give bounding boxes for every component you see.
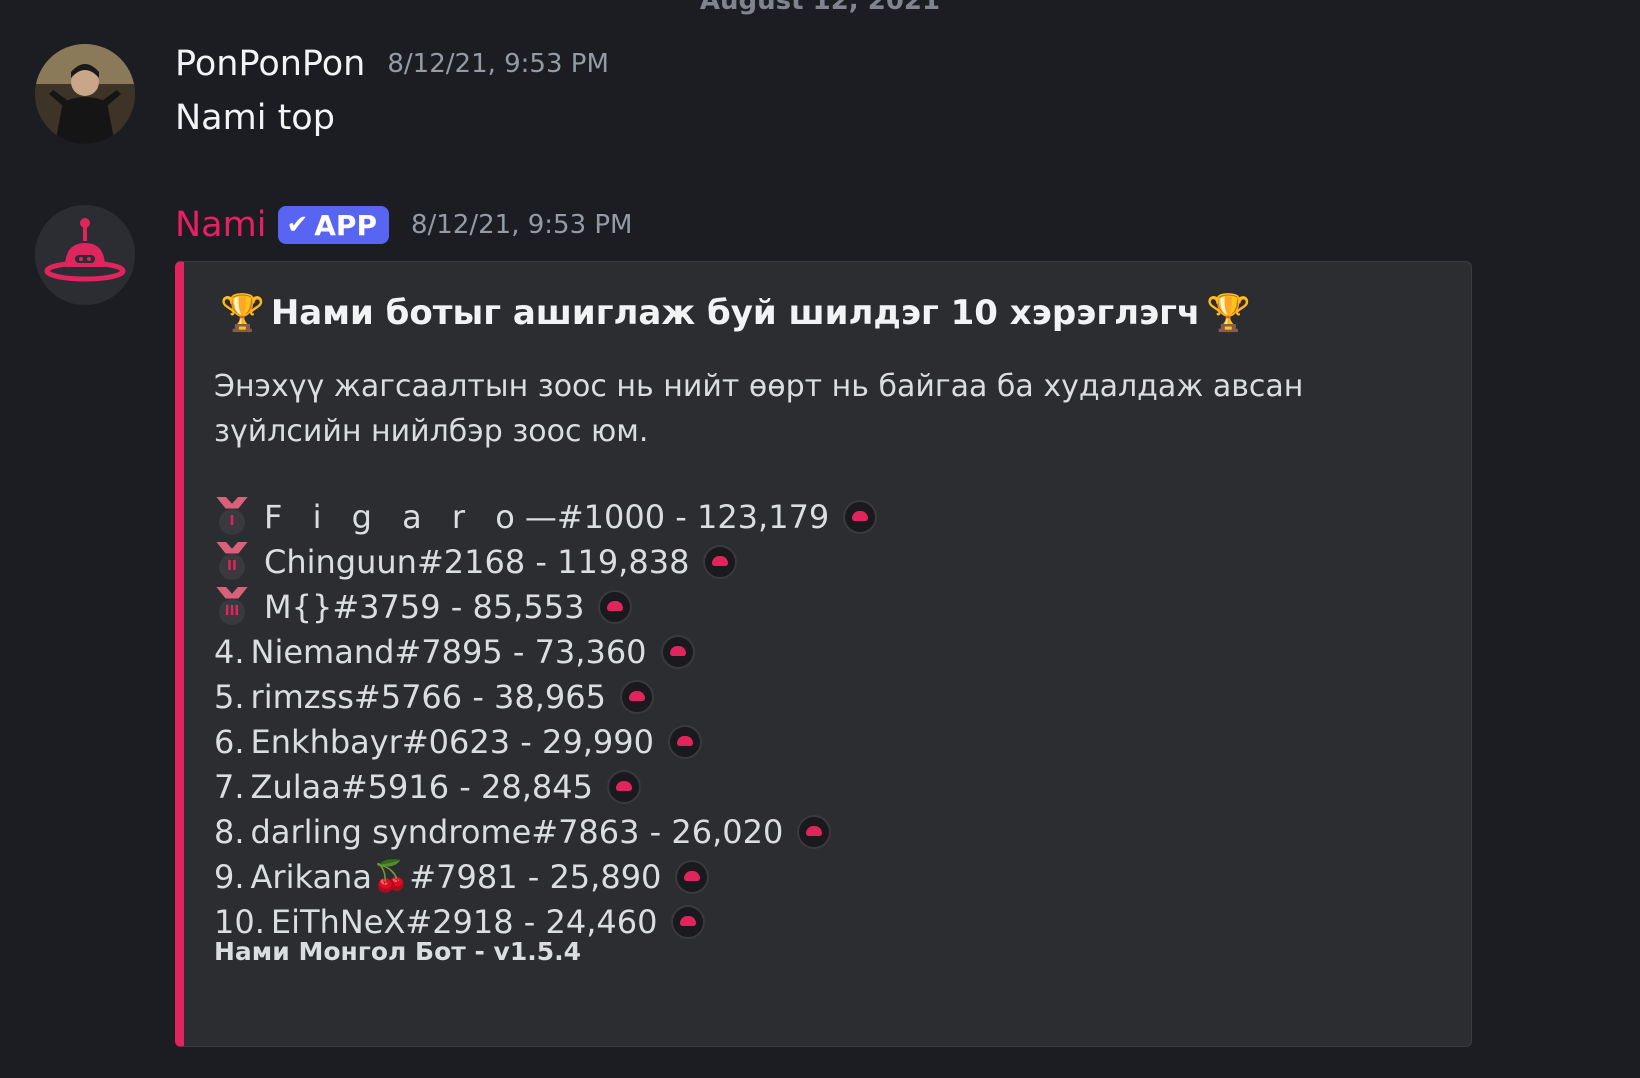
rank-number: 9. (214, 857, 245, 896)
user-name: Chinguun (264, 542, 417, 581)
rank-number: 4. (214, 632, 245, 671)
coin-amount: 25,890 (549, 857, 662, 896)
user-tag: #5766 (353, 677, 463, 716)
embed-footer: Нами Монгол Бот - v1.5.4 (214, 937, 582, 966)
coin-icon (797, 814, 832, 849)
coin-icon (620, 679, 654, 714)
coin-amount: 119,838 (557, 542, 690, 581)
user-name: darling syndrome (250, 812, 532, 851)
separator: - (440, 587, 473, 626)
rank-number: 6. (214, 722, 245, 761)
embed-title: 🏆 Нами ботыг ашиглаж буй шилдэг 10 хэрэг… (214, 292, 1257, 334)
embed-title-text: Нами ботыг ашиглаж буй шилдэг 10 хэрэглэ… (270, 293, 1201, 333)
user-tag: #3759 (332, 587, 441, 626)
leaderboard-row: I F i g a r o —#1000 - 123,179 (214, 494, 878, 539)
leaderboard-row: III M{} #3759 - 85,553 (214, 584, 877, 629)
embed-card: 🏆 Нами ботыг ашиглаж буй шилдэг 10 хэрэг… (175, 261, 1472, 1047)
medal-icon: III (214, 586, 250, 627)
leaderboard-row: 4. Niemand #7895 - 73,360 (214, 629, 877, 674)
cherry-icon: 🍒 (371, 859, 410, 894)
coin-icon (660, 634, 695, 669)
user-name: Niemand (250, 632, 395, 671)
bot-avatar[interactable] (35, 205, 135, 305)
user-name: EiThNeX (270, 902, 406, 941)
user-name: rimzss (250, 677, 354, 716)
coin-icon (675, 859, 710, 894)
user-name: F i g a r o (264, 497, 525, 536)
coin-amount: 24,460 (545, 902, 658, 941)
bot-icon (35, 205, 135, 305)
coin-icon (606, 769, 641, 804)
separator: - (665, 497, 697, 536)
separator: - (449, 767, 481, 806)
leaderboard-row: II Chinguun #2168 - 119,838 (214, 539, 877, 584)
coin-amount: 123,179 (696, 497, 830, 536)
rank-number: 8. (214, 812, 245, 851)
user-tag: #2168 (416, 542, 526, 581)
coin-amount: 29,990 (542, 722, 654, 761)
coin-icon (667, 724, 702, 759)
medal-icon: I (214, 496, 250, 537)
coin-icon (843, 499, 878, 534)
separator: - (513, 902, 546, 941)
leaderboard-row: 7. Zulaa #5916 - 28,845 (214, 764, 877, 809)
user-name: Enkhbayr (250, 722, 402, 761)
coin-icon (671, 904, 706, 939)
avatar-image (35, 44, 135, 144)
leaderboard-row: 9. Arikana 🍒 #7981 - 25,890 (214, 854, 877, 899)
coin-amount: 28,845 (480, 767, 593, 806)
message-header: PonPonPon 8/12/21, 9:53 PM (175, 44, 609, 84)
message-timestamp[interactable]: 8/12/21, 9:53 PM (411, 210, 633, 240)
coin-icon (703, 544, 738, 579)
author-name[interactable]: Nami (175, 205, 266, 245)
user-tag: #7981 (409, 857, 518, 896)
leaderboard-row: 6. Enkhbayr #0623 - 29,990 (214, 719, 877, 764)
rank-number: 5. (214, 677, 245, 716)
message-text: Nami top (175, 98, 335, 138)
leaderboard-row: 5. rimzss #5766 - 38,965 (214, 674, 877, 719)
app-badge-label: APP (314, 208, 377, 242)
user-tag: —#1000 (524, 497, 666, 536)
user-tag: #5916 (340, 767, 450, 806)
coin-amount: 38,965 (494, 677, 606, 716)
message-timestamp[interactable]: 8/12/21, 9:53 PM (387, 49, 609, 79)
separator: - (517, 857, 550, 896)
user-tag: #7863 (531, 812, 640, 851)
separator: - (525, 542, 558, 581)
user-name: M{} (264, 587, 333, 626)
leaderboard-list: I F i g a r o —#1000 - 123,179 II Chingu… (214, 494, 878, 944)
user-tag: #7895 (394, 632, 503, 671)
coin-icon (598, 589, 633, 624)
coin-amount: 85,553 (472, 587, 585, 626)
user-name: Zulaa (250, 767, 341, 806)
verified-check-icon: ✔ (286, 210, 309, 240)
separator: - (502, 632, 535, 671)
user-avatar[interactable] (35, 44, 135, 144)
user-name: Arikana (250, 857, 372, 896)
user-tag: #2918 (405, 902, 514, 941)
app-badge: ✔ APP (278, 206, 389, 244)
coin-amount: 26,020 (671, 812, 784, 851)
medal-icon: II (214, 541, 250, 582)
trophy-icon: 🏆 (220, 293, 265, 334)
rank-number: 7. (214, 767, 245, 806)
trophy-icon: 🏆 (1206, 293, 1252, 334)
embed-description: Энэхүү жагсаалтын зоос нь нийт өөрт нь б… (214, 369, 1304, 449)
user-tag: #0623 (401, 722, 511, 761)
coin-amount: 73,360 (534, 632, 647, 671)
rank-number: 10. (214, 902, 265, 941)
separator: - (510, 722, 542, 761)
separator: - (462, 677, 495, 716)
message-header: Nami ✔ APP 8/12/21, 9:53 PM (175, 205, 633, 245)
leaderboard-row: 8. darling syndrome #7863 - 26,020 (214, 809, 877, 854)
author-name[interactable]: PonPonPon (175, 44, 365, 84)
date-divider: August 12, 2021 (699, 0, 941, 16)
separator: - (639, 812, 672, 851)
